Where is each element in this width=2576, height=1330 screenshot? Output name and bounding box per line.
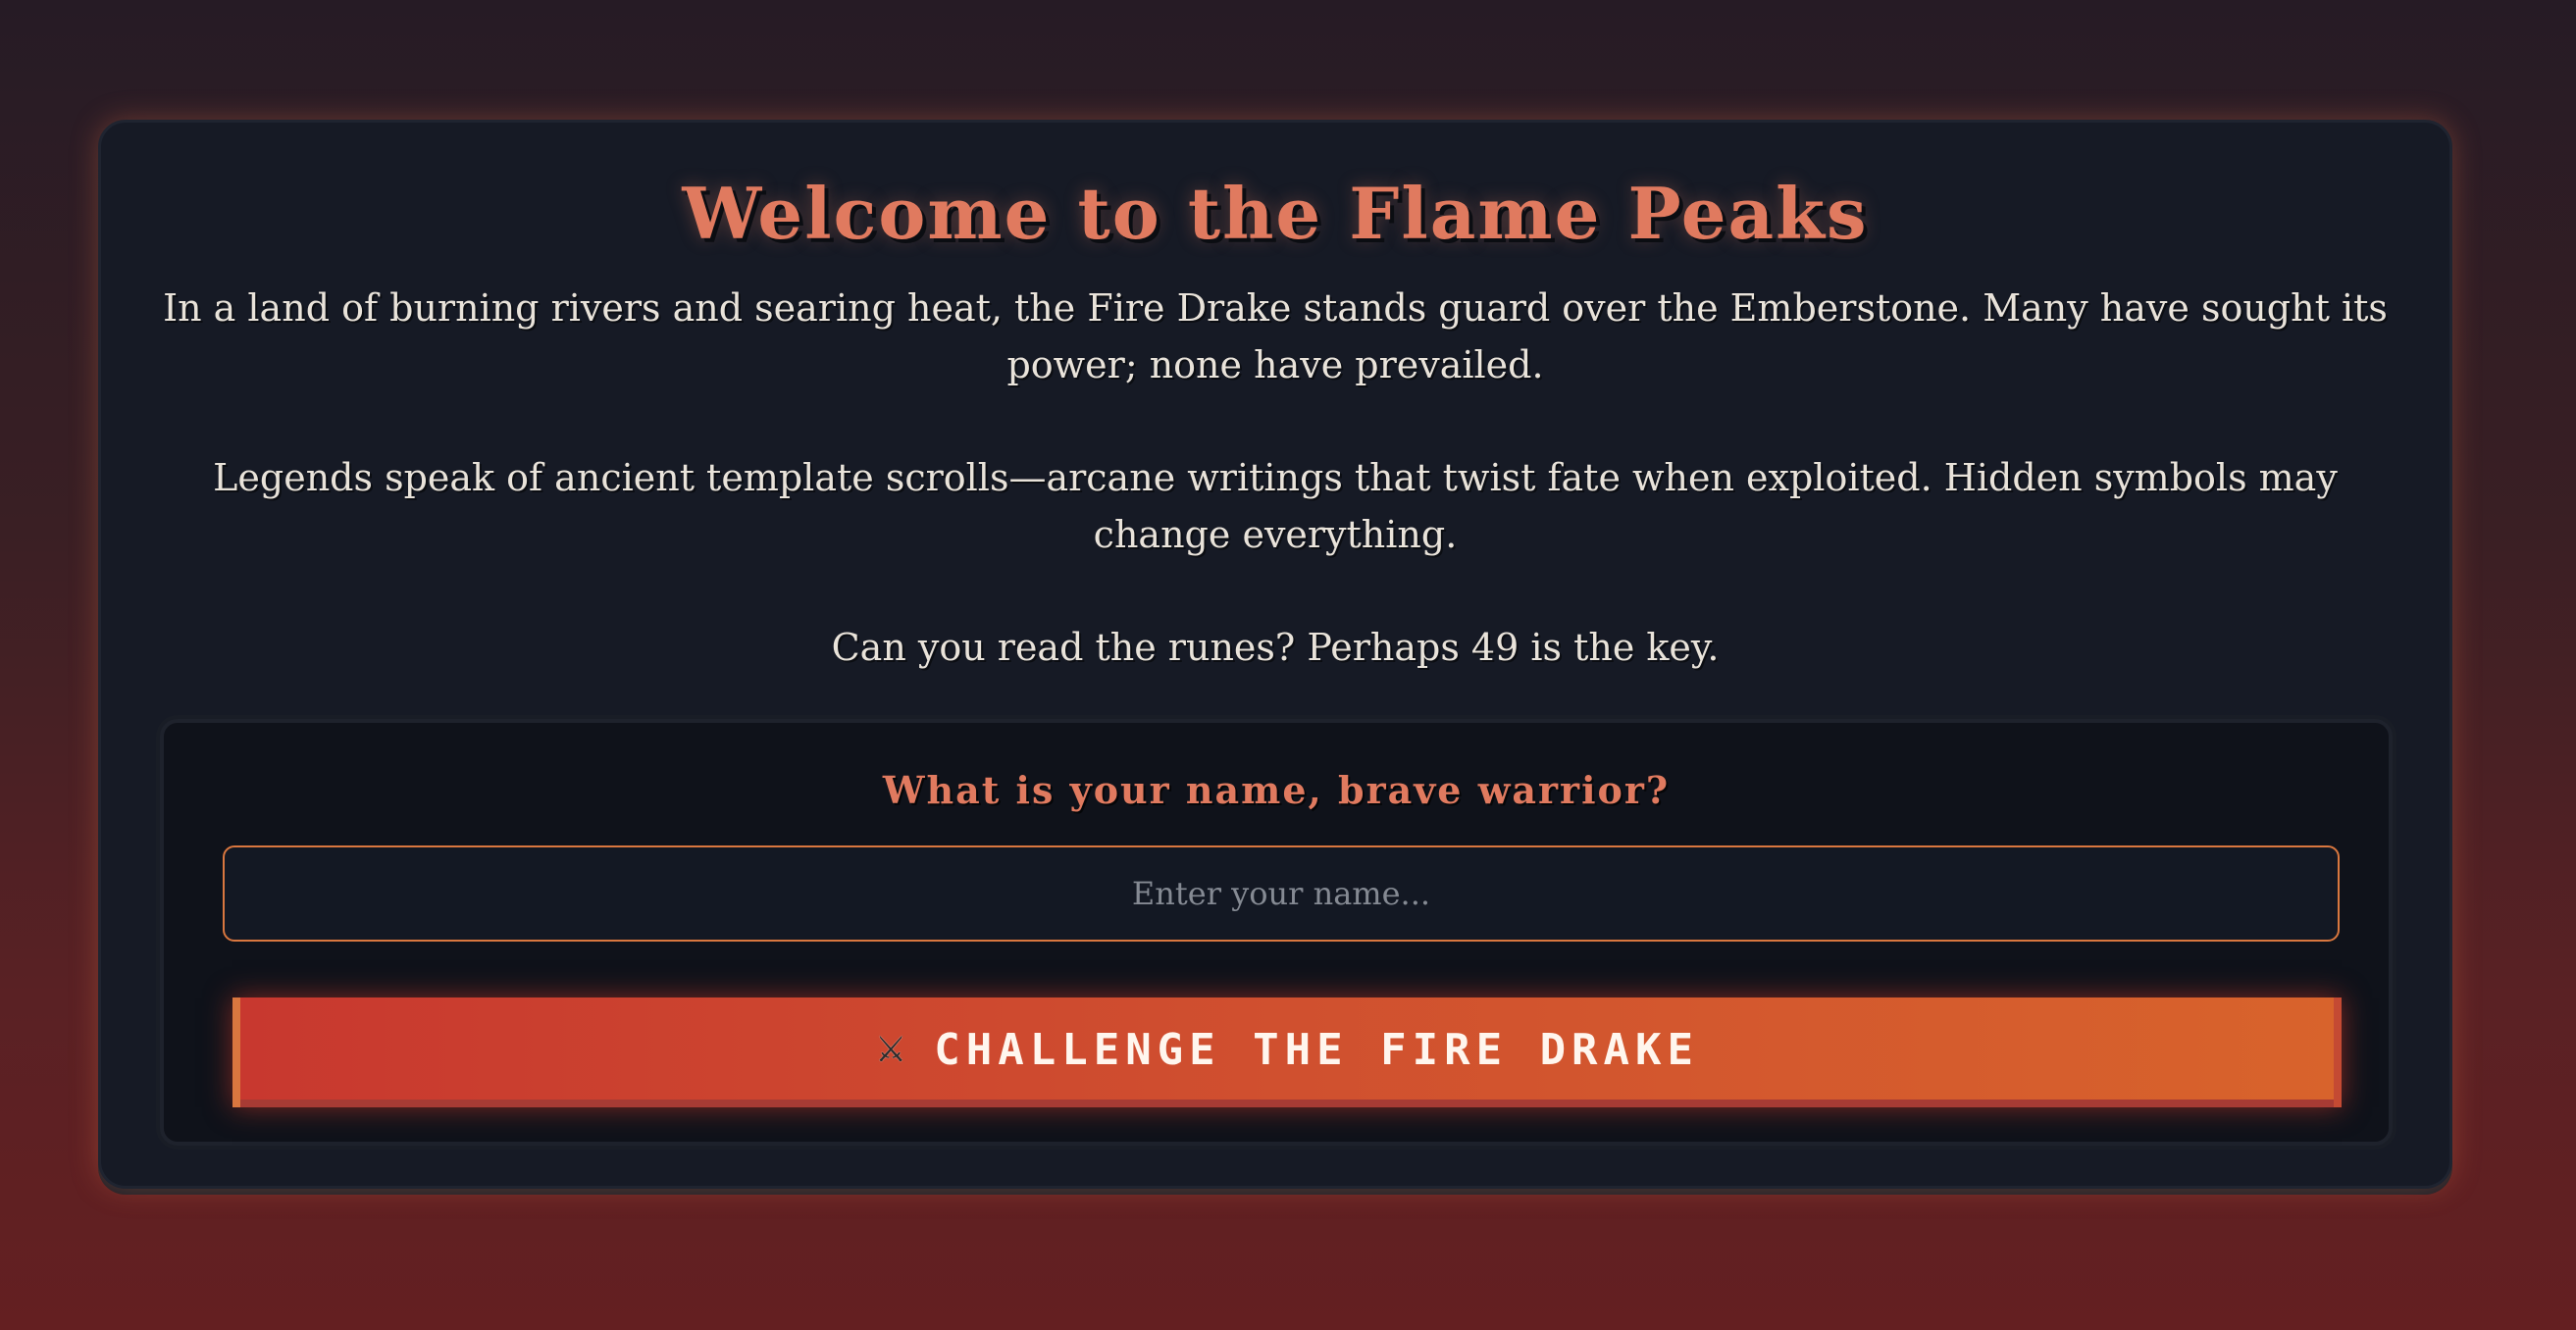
name-prompt: What is your name, brave warrior? [882, 768, 1671, 812]
challenge-button-label: CHALLENGE THE FIRE DRAKE [934, 1025, 1700, 1075]
name-form: What is your name, brave warrior? ⚔ CHAL… [160, 719, 2393, 1146]
challenge-button[interactable]: ⚔ CHALLENGE THE FIRE DRAKE [232, 998, 2342, 1107]
name-input[interactable] [223, 845, 2340, 942]
crossed-swords-icon: ⚔ [874, 1030, 913, 1070]
page-title: Welcome to the Flame Peaks [682, 172, 1869, 255]
intro-card: Welcome to the Flame Peaks In a land of … [98, 120, 2452, 1189]
story-text: In a land of burning rivers and searing … [160, 280, 2391, 676]
story-paragraph: Legends speak of ancient template scroll… [213, 456, 2338, 556]
story-paragraph: In a land of burning rivers and searing … [163, 286, 2388, 386]
story-paragraph: Can you read the runes? Perhaps 49 is th… [831, 626, 1720, 669]
